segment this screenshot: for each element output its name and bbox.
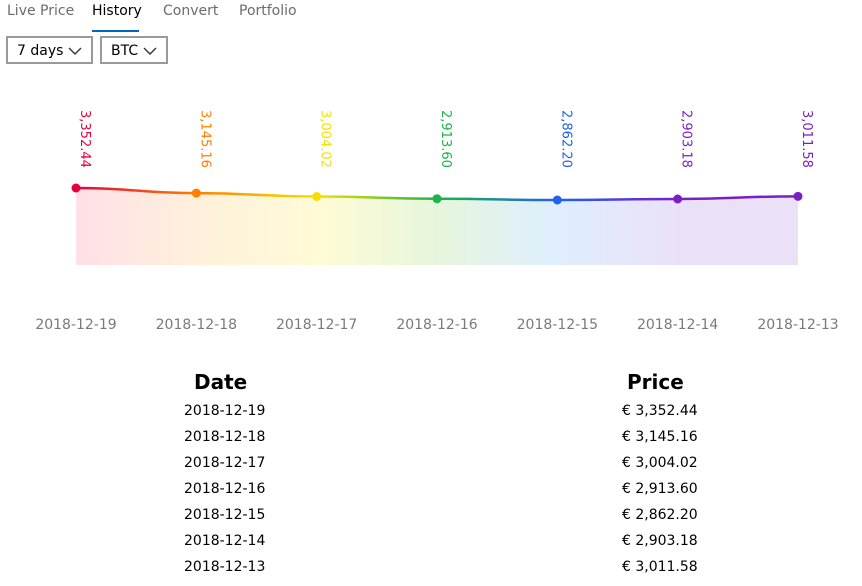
x-axis-tick-label: 2018-12-16 — [396, 317, 477, 333]
chart-data-point[interactable] — [552, 195, 562, 205]
chart-data-point[interactable] — [312, 192, 322, 202]
chart-data-point[interactable] — [71, 183, 81, 193]
table-cell-date: 2018-12-18 — [184, 429, 266, 445]
coin-select-value: BTC — [111, 43, 139, 59]
chart-data-label: 3,004.02 — [318, 110, 333, 168]
chart-data-label: 2,903.18 — [679, 110, 694, 168]
table-cell-date: 2018-12-16 — [184, 481, 266, 497]
x-axis-tick-label: 2018-12-13 — [757, 317, 838, 333]
x-axis-tick-label: 2018-12-14 — [637, 317, 718, 333]
tab-live-price[interactable]: Live Price — [7, 3, 74, 19]
chart-data-point[interactable] — [191, 188, 201, 198]
price-history-chart: 3,352.44 3,145.16 3,004.02 2,913.60 2,862.20… — [35, 110, 838, 333]
chart-data-label: 3,145.16 — [197, 110, 212, 168]
table-cell-date: 2018-12-17 — [184, 455, 266, 471]
table-cell-price: € 3,352.44 — [622, 403, 698, 419]
x-axis-tick-label: 2018-12-15 — [517, 317, 598, 333]
chart-data-point[interactable] — [432, 194, 442, 204]
chart-data-label: 2,862.20 — [558, 110, 573, 168]
chevron-down-icon — [143, 47, 157, 55]
active-tab-indicator — [92, 30, 139, 32]
chart-data-point[interactable] — [673, 194, 683, 204]
table-cell-date: 2018-12-13 — [184, 559, 266, 575]
table-cell-price: € 3,145.16 — [622, 429, 698, 445]
x-axis-tick-label: 2018-12-19 — [35, 317, 116, 333]
tab-bar: Live Price History Convert Portfolio — [0, 0, 862, 34]
date-column-header: Date — [194, 370, 248, 394]
chart-data-label: 3,011.58 — [799, 110, 814, 168]
tab-portfolio[interactable]: Portfolio — [239, 3, 297, 19]
x-axis-tick-label: 2018-12-17 — [276, 317, 357, 333]
table-cell-date: 2018-12-15 — [184, 507, 266, 523]
chart-data-label: 2,913.60 — [438, 110, 453, 168]
chart-data-point[interactable] — [793, 191, 803, 201]
chart-data-label: 3,352.44 — [77, 110, 92, 168]
range-select-value: 7 days — [17, 43, 64, 59]
tab-history[interactable]: History — [92, 3, 142, 19]
table-cell-price: € 3,004.02 — [622, 455, 698, 471]
table-cell-price: € 2,913.60 — [622, 481, 698, 497]
chevron-down-icon — [68, 47, 82, 55]
table-cell-price: € 2,903.18 — [622, 533, 698, 549]
table-cell-date: 2018-12-19 — [184, 403, 266, 419]
table-cell-price: € 2,862.20 — [622, 507, 698, 523]
tab-convert[interactable]: Convert — [163, 3, 218, 19]
coin-select[interactable]: BTC — [100, 36, 168, 64]
table-cell-date: 2018-12-14 — [184, 533, 266, 549]
x-axis-tick-label: 2018-12-18 — [156, 317, 237, 333]
table-cell-price: € 3,011.58 — [622, 559, 698, 575]
range-select[interactable]: 7 days — [6, 36, 93, 64]
price-column-header: Price — [627, 370, 684, 394]
